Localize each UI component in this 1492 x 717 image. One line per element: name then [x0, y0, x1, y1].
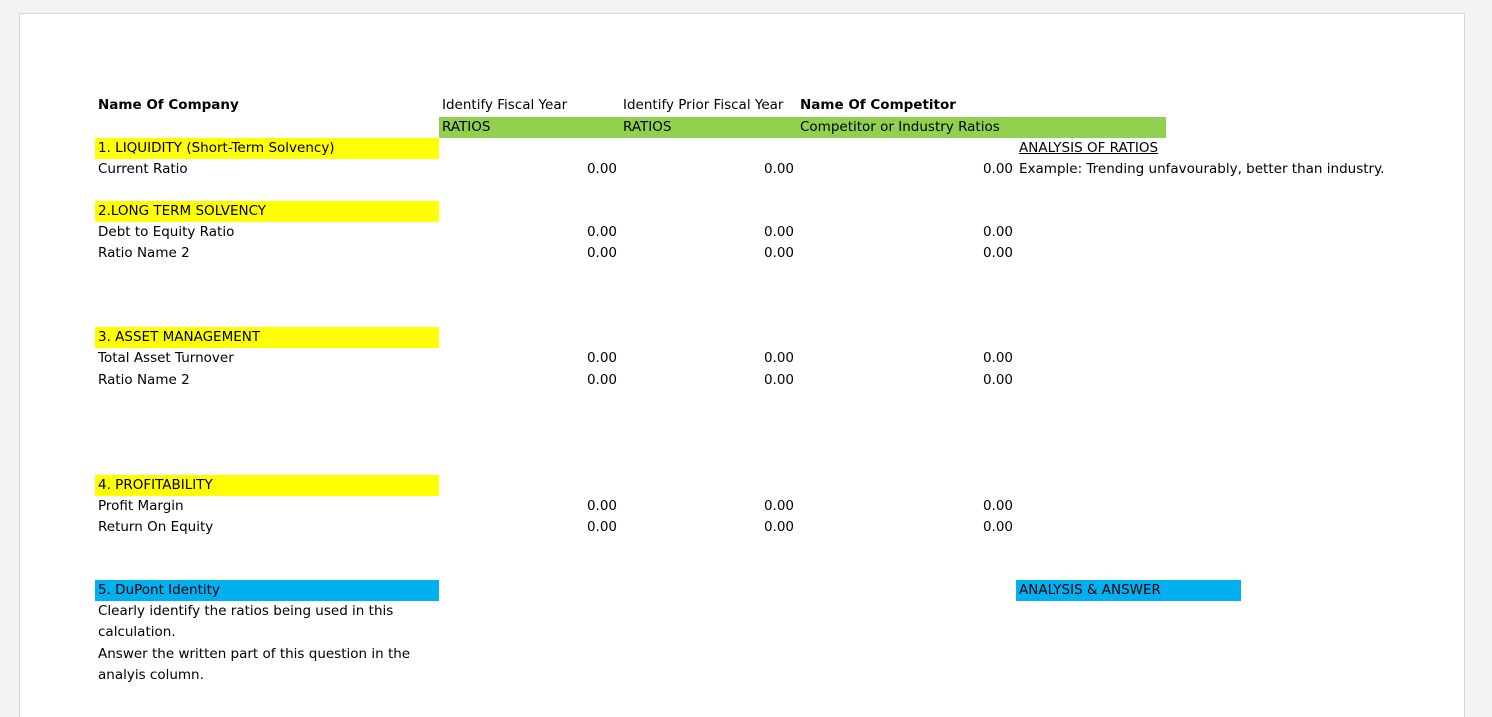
- prior-year-value[interactable]: 0.00: [620, 348, 797, 369]
- fiscal-year-value[interactable]: 0.00: [439, 243, 620, 264]
- section-liquidity[interactable]: 1. LIQUIDITY (Short-Term Solvency): [95, 138, 439, 159]
- row-label[interactable]: Ratio Name 2: [95, 243, 193, 264]
- prior-ratios-header[interactable]: RATIOS: [620, 117, 797, 138]
- row-label[interactable]: Ratio Name 2: [95, 370, 193, 391]
- prior-year-value[interactable]: 0.00: [620, 222, 797, 243]
- prior-fiscal-year-header[interactable]: Identify Prior Fiscal Year: [620, 95, 786, 116]
- fiscal-year-value[interactable]: 0.00: [439, 370, 620, 391]
- prior-year-value[interactable]: 0.00: [620, 243, 797, 264]
- section-long-term-solvency[interactable]: 2.LONG TERM SOLVENCY: [95, 201, 439, 222]
- ratios-header[interactable]: RATIOS: [439, 117, 620, 138]
- row-label[interactable]: Return On Equity: [95, 517, 216, 538]
- fiscal-year-value[interactable]: 0.00: [439, 159, 620, 180]
- company-name-header[interactable]: Name Of Company: [95, 95, 242, 116]
- analysis-example[interactable]: Example: Trending unfavourably, better t…: [1016, 159, 1387, 180]
- fiscal-year-value[interactable]: 0.00: [439, 496, 620, 517]
- competitor-value[interactable]: 0.00: [797, 348, 1016, 369]
- section-dupont-identity[interactable]: 5. DuPont Identity: [95, 580, 439, 601]
- analysis-of-ratios-header[interactable]: ANALYSIS OF RATIOS: [1016, 138, 1161, 159]
- dupont-note[interactable]: Clearly identify the ratios being used i…: [95, 601, 396, 622]
- fiscal-year-value[interactable]: 0.00: [439, 222, 620, 243]
- dupont-note[interactable]: Answer the written part of this question…: [95, 644, 413, 665]
- row-label[interactable]: Current Ratio: [95, 159, 191, 180]
- competitor-value[interactable]: 0.00: [797, 370, 1016, 391]
- prior-year-value[interactable]: 0.00: [620, 370, 797, 391]
- dupont-note[interactable]: calculation.: [95, 622, 179, 643]
- spreadsheet-page: Name Of Company Identify Fiscal Year Ide…: [19, 13, 1465, 717]
- competitor-value[interactable]: 0.00: [797, 159, 1016, 180]
- fiscal-year-header[interactable]: Identify Fiscal Year: [439, 95, 570, 116]
- competitor-value[interactable]: 0.00: [797, 243, 1016, 264]
- competitor-name-header[interactable]: Name Of Competitor: [797, 95, 959, 116]
- competitor-ratios-header[interactable]: Competitor or Industry Ratios: [797, 117, 1166, 138]
- prior-year-value[interactable]: 0.00: [620, 159, 797, 180]
- row-label[interactable]: Profit Margin: [95, 496, 187, 517]
- prior-year-value[interactable]: 0.00: [620, 517, 797, 538]
- row-label[interactable]: Total Asset Turnover: [95, 348, 237, 369]
- competitor-value[interactable]: 0.00: [797, 496, 1016, 517]
- prior-year-value[interactable]: 0.00: [620, 496, 797, 517]
- fiscal-year-value[interactable]: 0.00: [439, 517, 620, 538]
- fiscal-year-value[interactable]: 0.00: [439, 348, 620, 369]
- dupont-note[interactable]: analyis column.: [95, 665, 207, 686]
- competitor-value[interactable]: 0.00: [797, 517, 1016, 538]
- analysis-answer-header[interactable]: ANALYSIS & ANSWER: [1016, 580, 1241, 601]
- section-profitability[interactable]: 4. PROFITABILITY: [95, 475, 439, 496]
- competitor-value[interactable]: 0.00: [797, 222, 1016, 243]
- section-asset-management[interactable]: 3. ASSET MANAGEMENT: [95, 327, 439, 348]
- row-label[interactable]: Debt to Equity Ratio: [95, 222, 237, 243]
